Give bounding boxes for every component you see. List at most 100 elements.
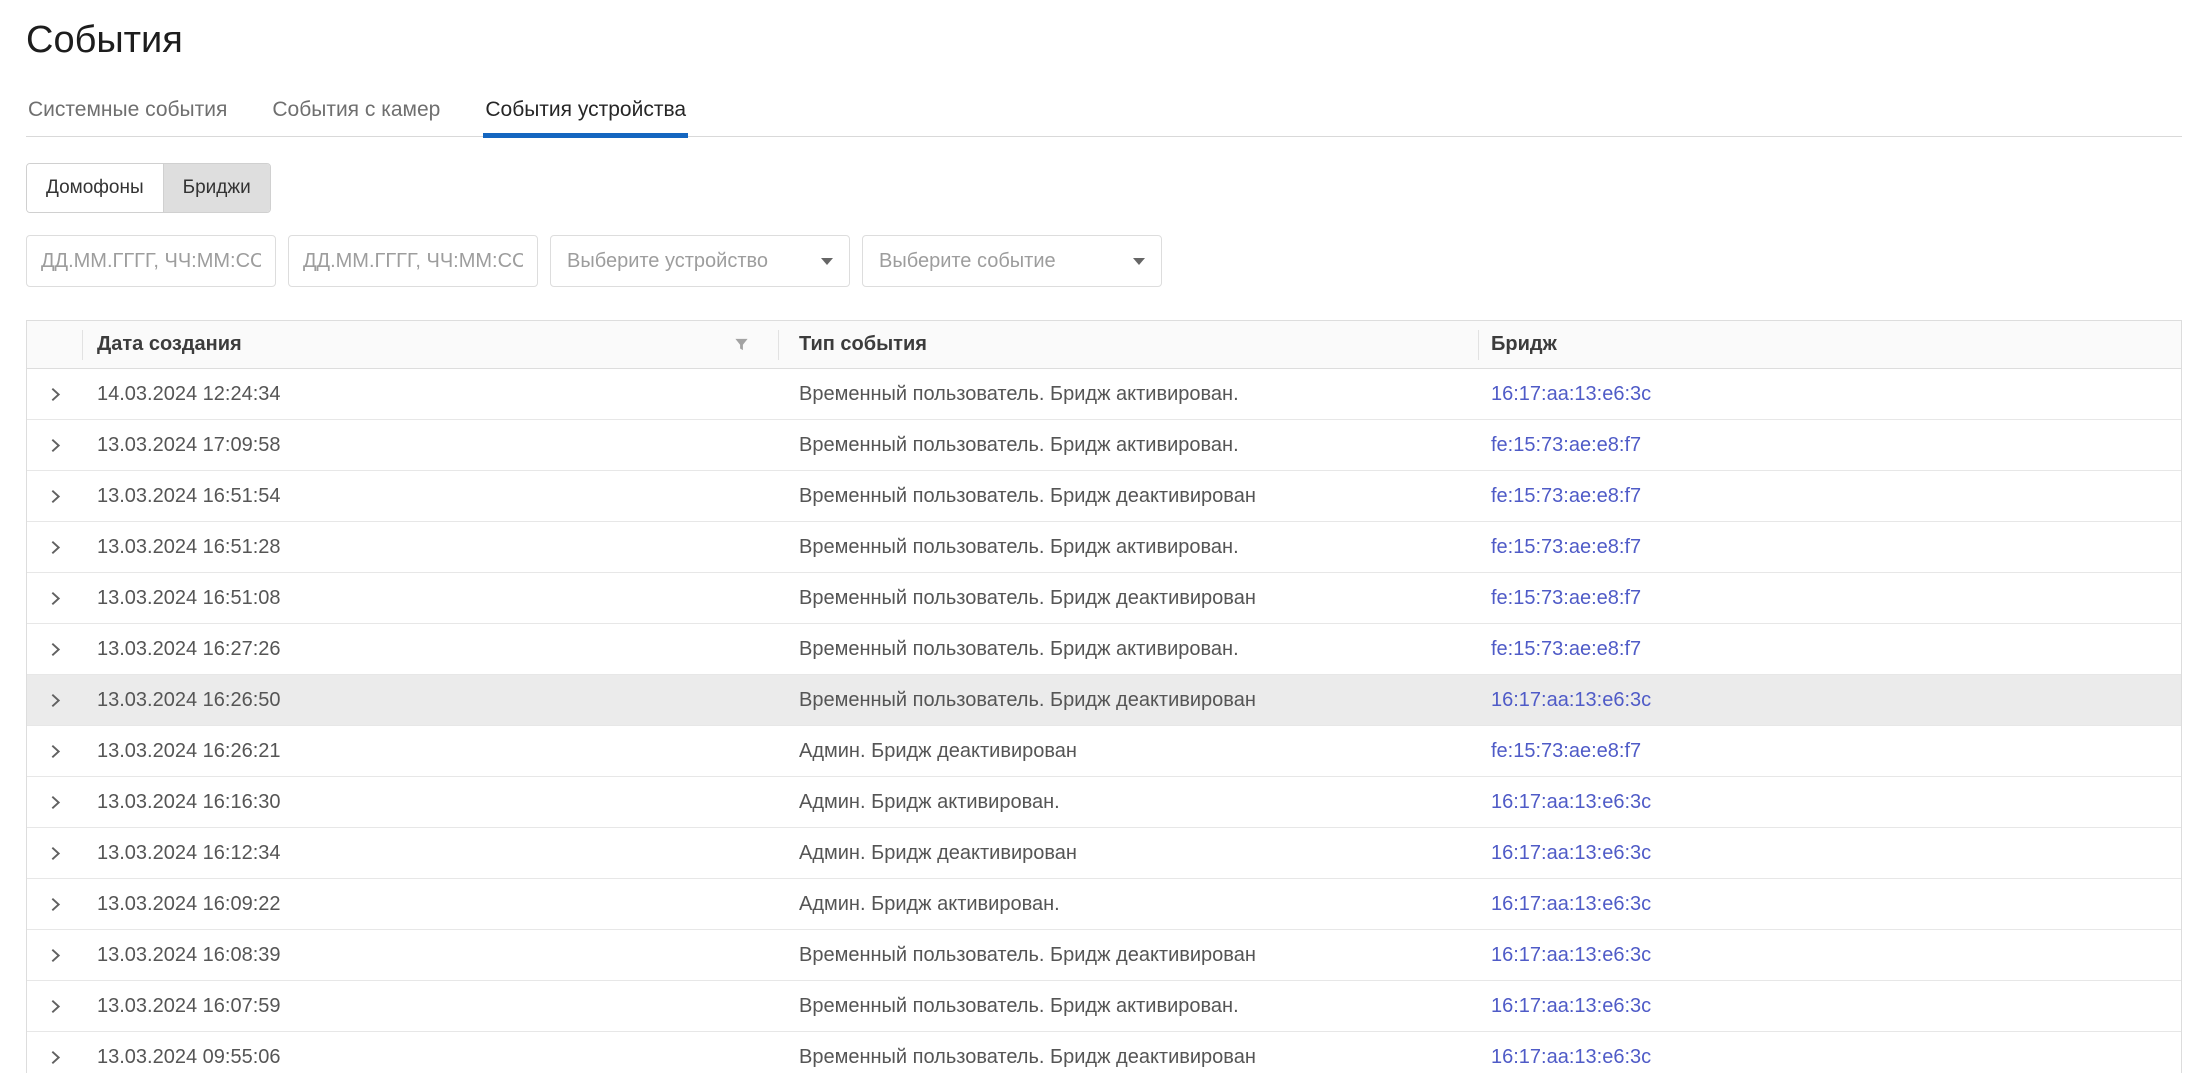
cell-created-date: 14.03.2024 12:24:34 [83,369,779,419]
expand-row-button[interactable] [27,624,83,674]
bridge-mac-link[interactable]: 16:17:aa:13:e6:3c [1491,689,1651,712]
intercoms-toggle-button[interactable]: Домофоны [27,164,163,212]
expand-cell [27,369,83,419]
cell-created-date: 13.03.2024 16:26:21 [83,726,779,776]
cell-event-type: Админ. Бридж деактивирован [779,726,1479,776]
header-event-type-column: Тип события [779,321,1479,368]
page-title: События [26,18,2182,62]
device-type-toggle: Домофоны Бриджи [26,163,271,213]
table-row[interactable]: 13.03.2024 16:51:28 Временный пользовате… [27,522,2181,573]
expand-row-button[interactable] [27,573,83,623]
chevron-right-icon [47,590,64,607]
expand-row-button[interactable] [27,369,83,419]
table-row[interactable]: 13.03.2024 16:09:22 Админ. Бридж активир… [27,879,2181,930]
expand-row-button[interactable] [27,1032,83,1073]
cell-bridge: fe:15:73:ae:e8:f7 [1479,624,2181,674]
table-row[interactable]: 13.03.2024 16:07:59 Временный пользовате… [27,981,2181,1032]
bridge-mac-link[interactable]: fe:15:73:ae:e8:f7 [1491,740,1641,763]
event-select-placeholder: Выберите событие [879,250,1056,273]
expand-cell [27,777,83,827]
cell-event-type: Админ. Бридж активирован. [779,879,1479,929]
table-row[interactable]: 13.03.2024 16:08:39 Временный пользовате… [27,930,2181,981]
cell-bridge: 16:17:aa:13:e6:3c [1479,879,2181,929]
bridge-mac-link[interactable]: 16:17:aa:13:e6:3c [1491,383,1651,406]
expand-row-button[interactable] [27,726,83,776]
cell-event-type: Временный пользователь. Бридж активирова… [779,369,1479,419]
tab-system-events[interactable]: Системные события [26,94,229,136]
chevron-right-icon [47,896,64,913]
cell-created-date: 13.03.2024 16:07:59 [83,981,779,1031]
chevron-down-icon [1133,258,1145,265]
cell-created-date: 13.03.2024 16:12:34 [83,828,779,878]
bridge-mac-link[interactable]: fe:15:73:ae:e8:f7 [1491,434,1641,457]
cell-event-type: Временный пользователь. Бридж активирова… [779,420,1479,470]
cell-bridge: 16:17:aa:13:e6:3c [1479,1032,2181,1073]
cell-created-date: 13.03.2024 16:51:28 [83,522,779,572]
table-row[interactable]: 13.03.2024 16:27:26 Временный пользовате… [27,624,2181,675]
expand-cell [27,522,83,572]
chevron-right-icon [47,794,64,811]
expand-cell [27,726,83,776]
table-header: Дата создания Тип события Бридж [27,321,2181,369]
header-date-column: Дата создания [83,321,779,368]
bridge-mac-link[interactable]: 16:17:aa:13:e6:3c [1491,842,1651,865]
expand-row-button[interactable] [27,471,83,521]
tab-bar: Системные события События с камер Событи… [26,94,2182,137]
bridge-mac-link[interactable]: 16:17:aa:13:e6:3c [1491,995,1651,1018]
tab-device-events[interactable]: События устройства [483,94,688,136]
cell-created-date: 13.03.2024 17:09:58 [83,420,779,470]
tab-camera-events[interactable]: События с камер [270,94,442,136]
bridge-mac-link[interactable]: fe:15:73:ae:e8:f7 [1491,587,1641,610]
expand-row-button[interactable] [27,522,83,572]
bridge-mac-link[interactable]: 16:17:aa:13:e6:3c [1491,1046,1651,1069]
events-table: Дата создания Тип события Бридж [26,320,2182,1073]
filter-bar: Выберите устройство Выберите событие [26,235,2182,287]
expand-row-button[interactable] [27,879,83,929]
expand-cell [27,930,83,980]
expand-row-button[interactable] [27,420,83,470]
table-row[interactable]: 13.03.2024 09:55:06 Временный пользовате… [27,1032,2181,1073]
cell-event-type: Временный пользователь. Бридж активирова… [779,981,1479,1031]
bridge-mac-link[interactable]: fe:15:73:ae:e8:f7 [1491,485,1641,508]
date-from-input[interactable] [26,235,276,287]
event-select[interactable]: Выберите событие [862,235,1162,287]
table-row[interactable]: 13.03.2024 16:26:50 Временный пользовате… [27,675,2181,726]
events-page: События Системные события События с каме… [0,18,2205,1073]
table-row[interactable]: 13.03.2024 16:51:08 Временный пользовате… [27,573,2181,624]
header-expand-column [27,321,83,368]
bridge-mac-link[interactable]: fe:15:73:ae:e8:f7 [1491,536,1641,559]
header-date-label: Дата создания [97,333,242,356]
expand-row-button[interactable] [27,981,83,1031]
chevron-right-icon [47,998,64,1015]
cell-event-type: Временный пользователь. Бридж деактивиро… [779,930,1479,980]
table-row[interactable]: 14.03.2024 12:24:34 Временный пользовате… [27,369,2181,420]
expand-row-button[interactable] [27,777,83,827]
filter-funnel-icon[interactable] [734,337,749,352]
cell-created-date: 13.03.2024 16:27:26 [83,624,779,674]
expand-row-button[interactable] [27,930,83,980]
cell-event-type: Временный пользователь. Бридж активирова… [779,624,1479,674]
cell-created-date: 13.03.2024 16:16:30 [83,777,779,827]
device-select[interactable]: Выберите устройство [550,235,850,287]
cell-event-type: Админ. Бридж деактивирован [779,828,1479,878]
bridges-toggle-button[interactable]: Бриджи [163,164,270,212]
bridge-mac-link[interactable]: 16:17:aa:13:e6:3c [1491,893,1651,916]
bridge-mac-link[interactable]: 16:17:aa:13:e6:3c [1491,944,1651,967]
bridge-mac-link[interactable]: fe:15:73:ae:e8:f7 [1491,638,1641,661]
header-bridge-column: Бридж [1479,321,2181,368]
table-row[interactable]: 13.03.2024 16:12:34 Админ. Бридж деактив… [27,828,2181,879]
cell-bridge: fe:15:73:ae:e8:f7 [1479,726,2181,776]
cell-created-date: 13.03.2024 16:26:50 [83,675,779,725]
expand-cell [27,828,83,878]
bridge-mac-link[interactable]: 16:17:aa:13:e6:3c [1491,791,1651,814]
expand-row-button[interactable] [27,675,83,725]
table-row[interactable]: 13.03.2024 16:16:30 Админ. Бридж активир… [27,777,2181,828]
expand-row-button[interactable] [27,828,83,878]
chevron-right-icon [47,947,64,964]
date-to-input[interactable] [288,235,538,287]
table-row[interactable]: 13.03.2024 16:51:54 Временный пользовате… [27,471,2181,522]
table-row[interactable]: 13.03.2024 16:26:21 Админ. Бридж деактив… [27,726,2181,777]
cell-created-date: 13.03.2024 16:51:54 [83,471,779,521]
table-row[interactable]: 13.03.2024 17:09:58 Временный пользовате… [27,420,2181,471]
chevron-right-icon [47,641,64,658]
